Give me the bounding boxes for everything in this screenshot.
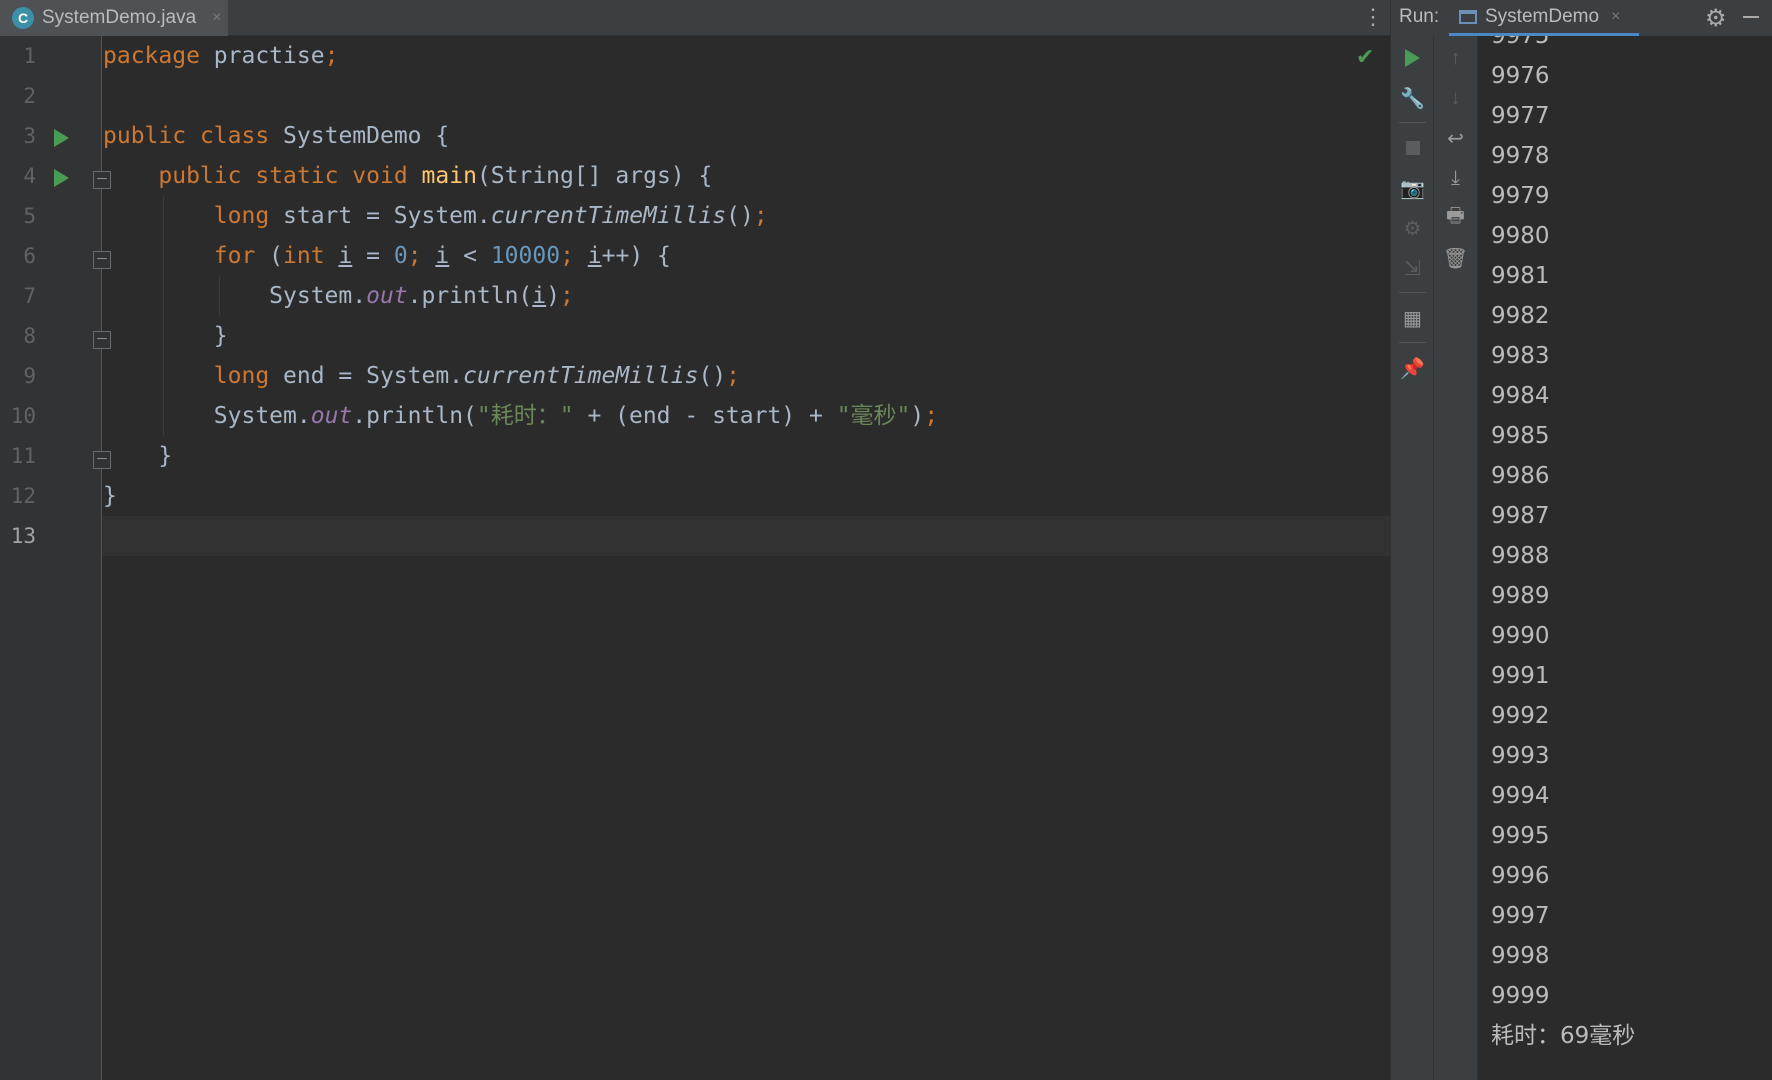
exit-icon[interactable]: ⇲: [1391, 250, 1434, 286]
run-toolbar-secondary: ↑ ↓ ↩ ⤓ 🖶 🗑: [1434, 36, 1478, 1080]
line-number: 1: [23, 44, 36, 68]
line-number: 8: [23, 324, 36, 348]
code-line-13-current: [103, 516, 1390, 556]
code-line-1: package practise;: [103, 43, 339, 69]
line-number: 9: [23, 364, 36, 388]
console-line: 9988: [1491, 543, 1550, 569]
console-line: 9999: [1491, 983, 1550, 1009]
code-line-7: System.out.println(i);: [269, 283, 574, 309]
code-line-10: System.out.println("耗时：" + (end - start)…: [213, 403, 939, 429]
tab-systemdemo-java[interactable]: C SystemDemo.java ×: [0, 0, 228, 36]
camera-icon[interactable]: 📷: [1391, 170, 1434, 206]
run-toolbar-primary: 🔧 📷 ⚙ ⇲ ▦ 📌: [1391, 36, 1434, 1080]
console-line: 9997: [1491, 903, 1550, 929]
run-gutter-icon[interactable]: [54, 129, 69, 147]
pin-icon[interactable]: 📌: [1391, 350, 1434, 386]
console-line: 9975: [1491, 36, 1550, 49]
console-line: 9986: [1491, 463, 1550, 489]
line-number: 6: [23, 244, 36, 268]
tab-label: SystemDemo.java: [42, 7, 197, 28]
run-header: Run: SystemDemo × ⚙: [1391, 0, 1772, 36]
toolbar-divider: [1399, 122, 1426, 123]
console-line: 9978: [1491, 143, 1550, 169]
layout-icon[interactable]: ▦: [1391, 300, 1434, 336]
wrench-icon[interactable]: 🔧: [1391, 80, 1434, 116]
minimize-icon[interactable]: [1743, 16, 1759, 18]
console-line: 9984: [1491, 383, 1550, 409]
console-line: 9980: [1491, 223, 1550, 249]
console-line: 9996: [1491, 863, 1550, 889]
console-line: 9979: [1491, 183, 1550, 209]
console-line: 9991: [1491, 663, 1550, 689]
run-tab-label: SystemDemo: [1485, 5, 1600, 27]
rerun-icon[interactable]: [1391, 40, 1434, 76]
console-icon: [1459, 9, 1477, 24]
console-line: 9977: [1491, 103, 1550, 129]
run-tool-window: Run: SystemDemo × ⚙ 🔧 📷 ⚙ ⇲ ▦ 📌 ↑ ↓ ↩ ⤓ …: [1390, 0, 1772, 1080]
line-number: 5: [23, 204, 36, 228]
up-arrow-icon[interactable]: ↑: [1434, 40, 1477, 76]
editor-tab-bar: C SystemDemo.java × ⋮: [0, 0, 1390, 36]
down-arrow-icon[interactable]: ↓: [1434, 80, 1477, 116]
stop-icon[interactable]: [1391, 130, 1434, 166]
code-line-5: long start = System.currentTimeMillis();: [213, 203, 768, 229]
console-line: 9995: [1491, 823, 1550, 849]
code-line-11: }: [158, 443, 173, 469]
console-line: 9983: [1491, 343, 1550, 369]
code-line-8: }: [213, 323, 228, 349]
toolbar-divider: [1399, 292, 1426, 293]
line-number-current: 13: [10, 524, 36, 548]
tab-run-systemdemo[interactable]: SystemDemo ×: [1449, 0, 1639, 36]
code-line-12: }: [103, 483, 117, 509]
console-line: 9993: [1491, 743, 1550, 769]
editor-pane: C SystemDemo.java × ⋮ 1 2 3 4 5 6 7 8 9 …: [0, 0, 1390, 1080]
line-number-gutter: 1 2 3 4 5 6 7 8 9 10 11 12 13: [0, 36, 111, 1080]
console-line: 9992: [1491, 703, 1550, 729]
line-number: 3: [23, 124, 36, 148]
line-number: 4: [23, 164, 36, 188]
settings-gear-icon[interactable]: ⚙: [1391, 210, 1434, 246]
print-icon[interactable]: 🖶: [1434, 200, 1477, 236]
console-output[interactable]: 9975 9976 9977 9978 9979 9980 9981 9982 …: [1479, 36, 1772, 1080]
java-class-icon: C: [12, 7, 34, 29]
gear-icon[interactable]: ⚙: [1705, 4, 1727, 33]
line-number: 11: [10, 444, 36, 468]
console-line: 9989: [1491, 583, 1550, 609]
code-line-6: for (int i = 0; i < 10000; i++) {: [213, 243, 671, 269]
close-icon[interactable]: ×: [212, 9, 221, 27]
run-label: Run:: [1399, 6, 1440, 27]
code-line-4: public static void main(String[] args) {: [158, 163, 713, 189]
close-icon[interactable]: ×: [1611, 8, 1620, 26]
console-line: 9985: [1491, 423, 1550, 449]
code-line-3: public class SystemDemo {: [103, 123, 450, 149]
console-line: 9981: [1491, 263, 1550, 289]
soft-wrap-icon[interactable]: ↩: [1434, 120, 1477, 156]
run-gutter-icon[interactable]: [54, 169, 69, 187]
code-line-9: long end = System.currentTimeMillis();: [213, 363, 741, 389]
code-area[interactable]: package practise; public class SystemDem…: [103, 36, 1390, 1080]
line-number: 10: [10, 404, 36, 428]
console-line: 9976: [1491, 63, 1550, 89]
line-number: 7: [23, 284, 36, 308]
console-line: 9990: [1491, 623, 1550, 649]
scroll-to-end-icon[interactable]: ⤓: [1434, 160, 1477, 196]
line-number: 2: [23, 84, 36, 108]
console-line: 9987: [1491, 503, 1550, 529]
trash-icon[interactable]: 🗑: [1434, 240, 1477, 276]
console-line: 9982: [1491, 303, 1550, 329]
line-number: 12: [10, 484, 36, 508]
toolbar-divider: [1399, 342, 1426, 343]
console-elapsed-line: 耗时：69毫秒: [1491, 1023, 1636, 1049]
more-options-icon[interactable]: ⋮: [1362, 6, 1384, 28]
check-icon[interactable]: ✔: [1356, 44, 1374, 70]
console-line: 9994: [1491, 783, 1550, 809]
console-line: 9998: [1491, 943, 1550, 969]
